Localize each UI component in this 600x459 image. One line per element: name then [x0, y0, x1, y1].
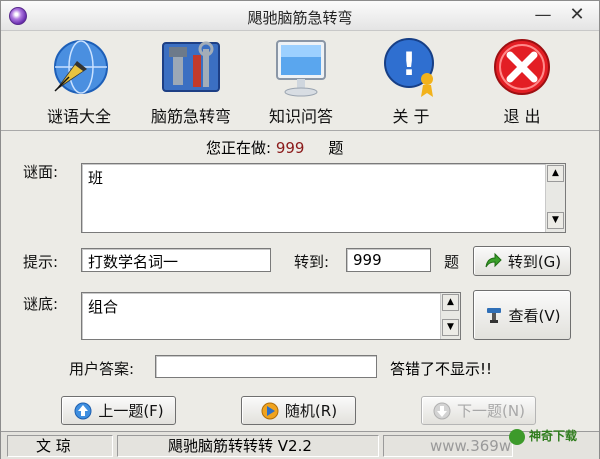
scroll-down-arrow-icon[interactable]: ▼ — [442, 319, 459, 336]
hint-field[interactable]: 打数学名词一 — [81, 248, 271, 272]
toolbar-about-label: 关 于 — [392, 107, 430, 126]
goto-number-field[interactable]: 999 — [346, 248, 431, 272]
close-button[interactable]: ✕ — [566, 5, 588, 25]
down-arrow-icon — [433, 402, 451, 419]
status-number: 999 — [275, 139, 305, 157]
view-answer-button[interactable]: 查看(V) — [473, 290, 571, 340]
toolbar-about-button[interactable]: ! 关 于 — [366, 35, 456, 127]
next-question-button[interactable]: 下一题(N) — [421, 396, 536, 425]
title-bar[interactable]: 飓驰脑筋急转弯 — ✕ — [1, 1, 599, 31]
riddle-scrollbar[interactable]: ▲ ▼ — [545, 164, 565, 232]
user-answer-input[interactable] — [155, 355, 377, 378]
toolbox-icon — [162, 41, 220, 92]
exit-x-icon — [494, 39, 550, 95]
goto-button-label: 转到(G) — [507, 252, 562, 271]
answer-text: 组合 — [88, 298, 119, 316]
current-question-status: 您正在做: 999 题 — [206, 137, 343, 158]
watermark-text: 神奇下载 — [529, 429, 578, 443]
scroll-down-arrow-icon[interactable]: ▼ — [547, 212, 564, 229]
riddle-textarea[interactable]: 班 ▲ ▼ — [81, 163, 566, 233]
toolbar-quiz-label: 知识问答 — [268, 107, 333, 126]
status-suffix: 题 — [328, 139, 344, 157]
user-answer-label: 用户答案: — [69, 360, 135, 378]
riddle-text: 班 — [88, 169, 104, 187]
monitor-icon — [276, 40, 326, 97]
wrong-answer-note: 答错了不显示!! — [390, 360, 493, 378]
scroll-up-arrow-icon[interactable]: ▲ — [442, 294, 459, 311]
toolbar-quiz-button[interactable]: 知识问答 — [256, 35, 346, 127]
play-disc-icon — [261, 402, 279, 419]
answer-textarea[interactable]: 组合 ▲ ▼ — [81, 292, 461, 340]
green-arrow-icon — [485, 252, 502, 268]
prev-question-button[interactable]: 上一题(F) — [61, 396, 176, 425]
random-question-label: 随机(R) — [284, 402, 338, 420]
next-question-label: 下一题(N) — [457, 402, 525, 420]
toolbar-brain-teaser-label: 脑筋急转弯 — [150, 107, 231, 126]
status-prefix: 您正在做: — [206, 139, 272, 157]
status-product: 飓驰脑筋转转转 V2.2 — [117, 435, 379, 457]
goto-suffix: 题 — [444, 253, 460, 271]
hint-label: 提示: — [23, 253, 59, 271]
fountain-pen-globe-icon — [54, 40, 108, 94]
toolbar-riddles-button[interactable]: 谜语大全 — [34, 35, 124, 127]
leaf-icon — [509, 428, 525, 445]
goto-button[interactable]: 转到(G) — [473, 246, 571, 276]
prev-question-label: 上一题(F) — [98, 402, 164, 420]
window-title: 飓驰脑筋急转弯 — [247, 9, 353, 27]
toolbar-exit-button[interactable]: 退 出 — [477, 35, 567, 127]
status-author: 文 琼 — [7, 435, 113, 457]
stamp-icon — [486, 308, 501, 323]
riddle-label: 谜面: — [23, 163, 59, 181]
goto-label: 转到: — [294, 253, 330, 271]
minimize-button[interactable]: — — [532, 5, 554, 25]
toolbar-riddles-label: 谜语大全 — [46, 107, 111, 126]
toolbar-exit-label: 退 出 — [503, 107, 541, 126]
toolbar: 谜语大全 脑筋急转弯 知识问答 ! 关 于 退 出 — [1, 31, 599, 131]
help-person-icon: ! — [384, 38, 434, 97]
up-arrow-icon — [74, 402, 92, 419]
answer-scrollbar[interactable]: ▲ ▼ — [440, 293, 460, 339]
view-answer-button-label: 查看(V) — [508, 306, 561, 325]
watermark-logo: 神奇下载 — [509, 423, 600, 449]
svg-text:!: ! — [402, 45, 417, 83]
toolbar-brain-teaser-button[interactable]: 脑筋急转弯 — [146, 35, 236, 127]
answer-label: 谜底: — [23, 295, 59, 313]
scroll-up-arrow-icon[interactable]: ▲ — [547, 165, 564, 182]
random-question-button[interactable]: 随机(R) — [241, 396, 356, 425]
app-window: 飓驰脑筋急转弯 — ✕ 谜语大全 脑筋急转弯 知识问答 ! 关 于 退 出 您正… — [0, 0, 600, 459]
status-website: www.369w — [383, 435, 513, 457]
